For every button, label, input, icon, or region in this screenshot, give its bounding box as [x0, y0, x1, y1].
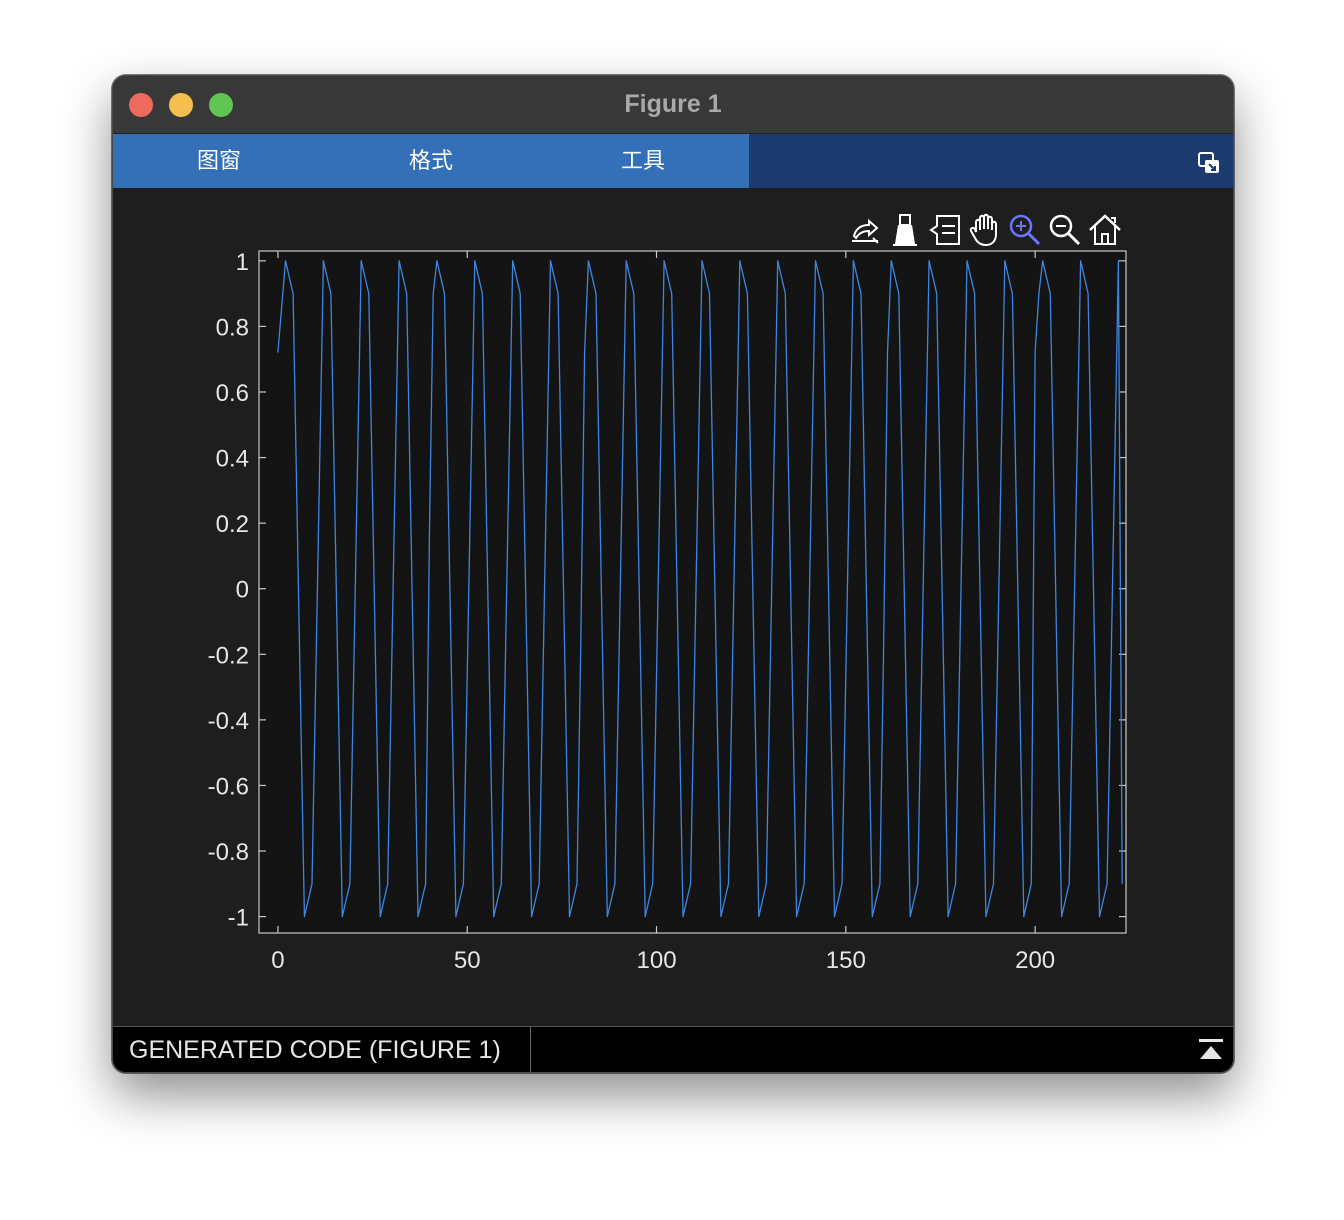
- y-tick-label: -0.2: [208, 642, 249, 669]
- x-tick-label: 50: [454, 947, 481, 974]
- pan-hand-icon[interactable]: [967, 212, 1003, 248]
- y-tick-label: -1: [228, 905, 249, 932]
- brush-icon[interactable]: [887, 212, 923, 248]
- y-tick-label: 0.8: [216, 314, 249, 341]
- y-tick-label: 0.2: [216, 511, 249, 538]
- tab-format[interactable]: 格式: [325, 134, 537, 188]
- x-tick-label: 100: [637, 947, 677, 974]
- data-tips-icon[interactable]: [927, 212, 963, 248]
- figure-window: Figure 1 图窗 格式 工具 -1 -0.8 -0.6 -0.4 -0.2 0 0.2…: [112, 75, 1234, 1073]
- zoom-out-icon[interactable]: [1047, 212, 1083, 248]
- menu-tabs: 图窗 格式 工具: [113, 134, 749, 188]
- window-title: Figure 1: [624, 90, 722, 118]
- status-bar: GENERATED CODE (FIGURE 1): [113, 1026, 1233, 1072]
- x-tick-label: 200: [1015, 947, 1055, 974]
- title-bar[interactable]: Figure 1: [113, 76, 1233, 134]
- plot-area[interactable]: -1 -0.8 -0.6 -0.4 -0.2 0 0.2 0.4 0.6 0.8 1 0 50 100 15…: [113, 188, 1233, 1026]
- y-tick-label: -0.8: [208, 839, 249, 866]
- x-tick-label: 150: [826, 947, 866, 974]
- tab-tools[interactable]: 工具: [537, 134, 749, 188]
- y-tick-label: 1: [236, 249, 249, 276]
- generated-code-tab[interactable]: GENERATED CODE (FIGURE 1): [113, 1027, 531, 1072]
- figure-content: -1 -0.8 -0.6 -0.4 -0.2 0 0.2 0.4 0.6 0.8 1 0 50 100 15…: [113, 188, 1233, 1026]
- export-icon[interactable]: [847, 212, 883, 248]
- x-tick-label: 0: [271, 947, 284, 974]
- tab-figure[interactable]: 图窗: [113, 134, 325, 188]
- zoom-in-icon[interactable]: [1007, 212, 1043, 248]
- y-tick-label: -0.4: [208, 708, 249, 735]
- expand-panel-icon[interactable]: [1197, 1037, 1225, 1063]
- y-tick-label: 0: [236, 577, 249, 604]
- y-tick-label: -0.6: [208, 773, 249, 800]
- axes-toolbar: [847, 212, 1123, 248]
- menu-bar: 图窗 格式 工具: [113, 134, 1233, 188]
- y-tick-label: 0.4: [216, 446, 249, 473]
- home-icon[interactable]: [1087, 212, 1123, 248]
- y-tick-label: 0.6: [216, 380, 249, 407]
- undock-icon[interactable]: [1197, 151, 1221, 175]
